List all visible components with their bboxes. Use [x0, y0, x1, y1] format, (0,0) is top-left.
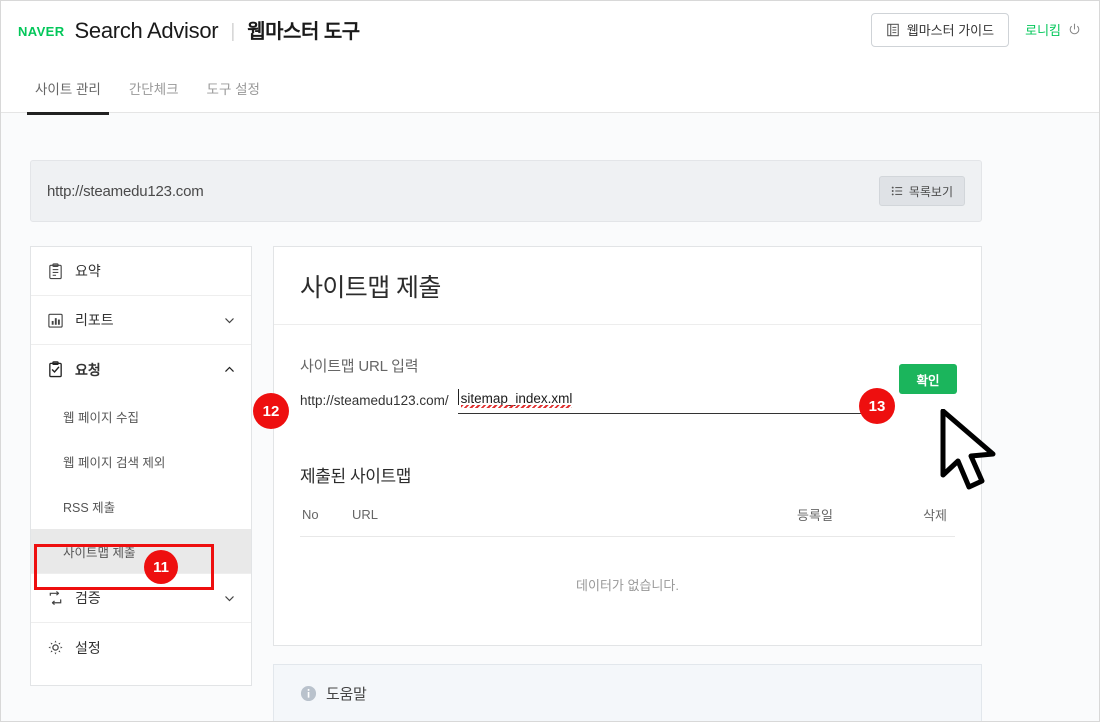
brand: NAVER Search Advisor | 웹마스터 도구 — [1, 15, 360, 44]
brand-separator: | — [228, 21, 237, 43]
help-panel[interactable]: 도움말 — [273, 664, 982, 722]
submitted-sitemap-title: 제출된 사이트맵 — [274, 414, 981, 487]
user-name[interactable]: 로니킴 — [1025, 20, 1061, 39]
bar-chart-icon — [47, 312, 64, 329]
column-header-date: 등록일 — [755, 505, 875, 537]
sidebar-item-summary[interactable]: 요약 — [31, 247, 251, 296]
sidebar-item-settings-label: 설정 — [75, 638, 101, 658]
view-list-button[interactable]: 목록보기 — [879, 176, 965, 206]
site-url-bar: http://steamedu123.com 목록보기 — [30, 160, 982, 222]
webmaster-guide-label: 웹마스터 가이드 — [907, 20, 994, 39]
info-icon — [300, 685, 317, 702]
page-title: 사이트맵 제출 — [274, 247, 981, 325]
clipboard-icon — [47, 263, 64, 280]
sidebar-item-settings[interactable]: 설정 — [31, 623, 251, 672]
annotation-badge-12: 12 — [253, 393, 289, 429]
column-header-no: No — [300, 505, 352, 537]
checklist-icon — [47, 361, 64, 378]
gear-icon — [47, 639, 64, 656]
tab-tool-settings[interactable]: 도구 설정 — [193, 58, 274, 114]
tab-site-management[interactable]: 사이트 관리 — [21, 58, 115, 114]
tab-quick-check[interactable]: 간단체크 — [115, 58, 193, 114]
table-header-row: No URL 등록일 삭제 — [300, 505, 955, 537]
sidebar-item-report[interactable]: 리포트 — [31, 296, 251, 345]
sitemap-url-prefix: http://steamedu123.com/ — [300, 393, 449, 414]
power-icon[interactable] — [1068, 23, 1081, 36]
column-header-url: URL — [352, 505, 755, 537]
site-url-text: http://steamedu123.com — [47, 183, 204, 200]
product-title: Search Advisor — [75, 18, 219, 44]
submitted-sitemap-table: No URL 등록일 삭제 데이터가 없습니다. — [300, 505, 955, 594]
sitemap-url-label: 사이트맵 URL 입력 — [274, 325, 981, 376]
sidebar-nav: 요약 리포트 요청 웹 페이지 수집 — [30, 246, 252, 686]
webmaster-guide-button[interactable]: 웹마스터 가이드 — [871, 13, 1009, 47]
sitemap-url-input[interactable]: sitemap_index.xml — [458, 390, 862, 414]
mouse-cursor-icon — [937, 409, 1017, 495]
sitemap-submit-card: 사이트맵 제출 사이트맵 URL 입력 http://steamedu123.c… — [273, 246, 982, 646]
sidebar-item-verification-label: 검증 — [75, 588, 101, 608]
sidebar-subitem-rss-submit[interactable]: RSS 제출 — [31, 484, 251, 529]
product-subtitle: 웹마스터 도구 — [247, 15, 359, 44]
chevron-down-icon — [224, 315, 235, 326]
confirm-button[interactable]: 확인 — [899, 364, 957, 394]
list-icon — [891, 185, 903, 197]
table-empty-row: 데이터가 없습니다. — [300, 537, 955, 595]
user-area: 로니킴 — [1025, 20, 1081, 39]
main-tabs: 사이트 관리 간단체크 도구 설정 — [1, 58, 1100, 113]
app-header: NAVER Search Advisor | 웹마스터 도구 웹마스터 가이드 … — [1, 1, 1100, 58]
app-window: NAVER Search Advisor | 웹마스터 도구 웹마스터 가이드 … — [0, 0, 1100, 722]
annotation-highlight-box — [34, 544, 214, 590]
chevron-up-icon — [224, 364, 235, 375]
column-header-delete: 삭제 — [875, 505, 955, 537]
sidebar-item-request[interactable]: 요청 — [31, 345, 251, 394]
empty-state-message: 데이터가 없습니다. — [300, 537, 955, 595]
annotation-badge-11: 11 — [144, 550, 178, 584]
sidebar-subitem-webpage-exclude[interactable]: 웹 페이지 검색 제외 — [31, 439, 251, 484]
header-actions: 웹마스터 가이드 로니킴 — [871, 13, 1100, 47]
view-list-label: 목록보기 — [909, 183, 953, 200]
annotation-badge-13: 13 — [859, 388, 895, 424]
document-icon — [886, 23, 900, 37]
naver-logo: NAVER — [18, 24, 65, 39]
sync-icon — [47, 590, 64, 607]
sidebar-item-request-label: 요청 — [75, 360, 101, 380]
sidebar-subitem-webpage-collect[interactable]: 웹 페이지 수집 — [31, 394, 251, 439]
sitemap-url-value: sitemap_index.xml — [458, 391, 573, 406]
sidebar-item-report-label: 리포트 — [75, 310, 114, 330]
sidebar-item-summary-label: 요약 — [75, 261, 101, 281]
help-label: 도움말 — [326, 683, 367, 704]
chevron-down-icon — [224, 593, 235, 604]
